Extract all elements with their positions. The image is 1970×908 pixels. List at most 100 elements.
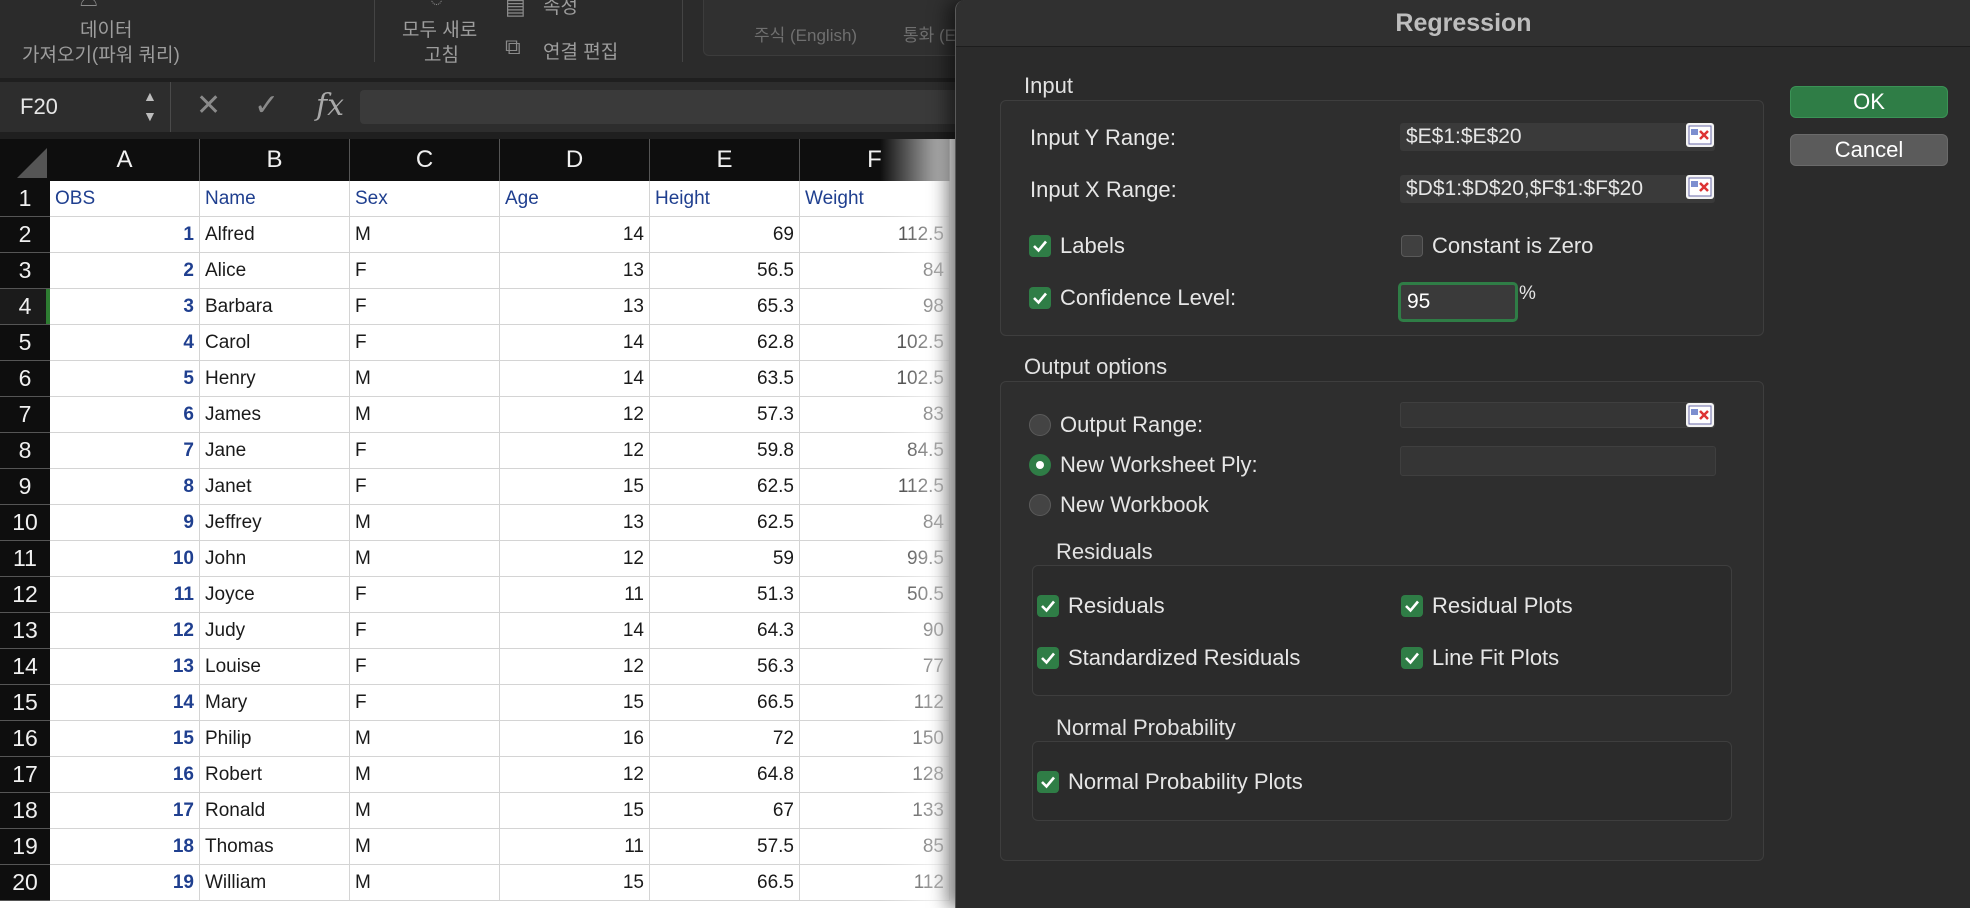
row-header-4[interactable]: 4 [0,289,50,325]
labels-checkbox[interactable] [1029,235,1051,257]
table-cell[interactable]: 13 [50,649,200,685]
table-cell[interactable]: F [350,325,500,361]
table-cell[interactable]: 66.5 [650,685,800,721]
table-cell[interactable]: M [350,361,500,397]
table-cell[interactable]: 6 [50,397,200,433]
table-cell[interactable]: 15 [500,469,650,505]
row-header-3[interactable]: 3 [0,253,50,289]
table-cell[interactable]: 12 [500,541,650,577]
row-header-11[interactable]: 11 [0,541,50,577]
column-header-f[interactable]: F [800,139,950,181]
table-cell[interactable]: 15 [500,865,650,901]
table-cell[interactable]: 11 [50,577,200,613]
table-cell[interactable]: F [350,253,500,289]
row-header-19[interactable]: 19 [0,829,50,865]
table-cell[interactable]: F [350,433,500,469]
row-header-20[interactable]: 20 [0,865,50,901]
row-header-2[interactable]: 2 [0,217,50,253]
header-cell[interactable]: Weight [800,181,950,217]
table-cell[interactable]: M [350,829,500,865]
residual-plots-checkbox[interactable] [1401,595,1423,617]
table-cell[interactable]: 17 [50,793,200,829]
spreadsheet-grid[interactable]: ABCDEF 1 2 3 4 5 6 7 8 9 10 11 12 13 14 15 16 17 18 19 20 O… [0,139,960,908]
table-cell[interactable]: M [350,505,500,541]
table-cell[interactable]: 66.5 [650,865,800,901]
header-cell[interactable]: Age [500,181,650,217]
row-header-9[interactable]: 9 [0,469,50,505]
table-cell[interactable]: Mary [200,685,350,721]
column-header-b[interactable]: B [200,139,350,181]
collapse-y-range-icon[interactable] [1686,123,1714,147]
table-cell[interactable]: 90 [800,613,950,649]
table-cell[interactable]: Joyce [200,577,350,613]
table-cell[interactable]: Alfred [200,217,350,253]
table-cell[interactable]: 69 [650,217,800,253]
table-cell[interactable]: William [200,865,350,901]
table-cell[interactable]: 16 [500,721,650,757]
table-cell[interactable]: 84 [800,253,950,289]
new-workbook-radio[interactable] [1029,494,1051,516]
table-cell[interactable]: F [350,649,500,685]
table-cell[interactable]: M [350,793,500,829]
table-cell[interactable]: 13 [500,253,650,289]
spin-up-icon[interactable]: ▲ [143,88,157,104]
input-x-range-field[interactable]: $D$1:$D$20,$F$1:$F$20 [1400,175,1715,203]
normal-probability-plots-checkbox[interactable] [1037,771,1059,793]
row-header-13[interactable]: 13 [0,613,50,649]
residuals-checkbox[interactable] [1037,595,1059,617]
table-cell[interactable]: 112 [800,685,950,721]
table-cell[interactable]: 12 [500,397,650,433]
table-cell[interactable]: 12 [50,613,200,649]
table-cell[interactable]: 85 [800,829,950,865]
table-cell[interactable]: Robert [200,757,350,793]
constant-zero-checkbox[interactable] [1401,235,1423,257]
header-cell[interactable]: OBS [50,181,200,217]
confidence-level-input[interactable]: 95 [1398,282,1518,322]
table-cell[interactable]: 12 [500,649,650,685]
table-cell[interactable]: 67 [650,793,800,829]
table-cell[interactable]: 72 [650,721,800,757]
table-cell[interactable]: Janet [200,469,350,505]
table-cell[interactable]: Thomas [200,829,350,865]
line-fit-plots-checkbox[interactable] [1401,647,1423,669]
table-cell[interactable]: 51.3 [650,577,800,613]
row-header-6[interactable]: 6 [0,361,50,397]
table-cell[interactable]: Jeffrey [200,505,350,541]
table-cell[interactable]: 14 [500,361,650,397]
table-cell[interactable]: F [350,289,500,325]
table-cell[interactable]: Henry [200,361,350,397]
table-cell[interactable]: Barbara [200,289,350,325]
get-data-label-2[interactable]: 가져오기(파워 쿼리) [22,40,180,67]
table-cell[interactable]: F [350,613,500,649]
table-cell[interactable]: M [350,217,500,253]
table-cell[interactable]: 11 [500,829,650,865]
table-cell[interactable]: 57.5 [650,829,800,865]
column-header-d[interactable]: D [500,139,650,181]
table-cell[interactable]: Louise [200,649,350,685]
refresh-all-label-1[interactable]: 모두 새로 [402,15,477,42]
table-cell[interactable]: 98 [800,289,950,325]
table-cell[interactable]: 14 [500,217,650,253]
table-cell[interactable]: 62.5 [650,505,800,541]
table-cell[interactable]: James [200,397,350,433]
table-cell[interactable]: Philip [200,721,350,757]
table-cell[interactable]: 13 [500,289,650,325]
table-cell[interactable]: 64.8 [650,757,800,793]
table-cell[interactable]: F [350,685,500,721]
table-cell[interactable]: 1 [50,217,200,253]
stocks-data-type[interactable]: 주식 (English) [754,21,857,46]
table-cell[interactable]: 112 [800,865,950,901]
column-header-c[interactable]: C [350,139,500,181]
table-cell[interactable]: 13 [500,505,650,541]
table-cell[interactable]: 112.5 [800,469,950,505]
header-cell[interactable]: Height [650,181,800,217]
row-header-10[interactable]: 10 [0,505,50,541]
new-worksheet-name-field[interactable] [1400,446,1716,476]
table-cell[interactable]: 14 [500,325,650,361]
column-header-e[interactable]: E [650,139,800,181]
ok-button[interactable]: OK [1790,86,1948,118]
table-cell[interactable]: 19 [50,865,200,901]
table-cell[interactable]: 57.3 [650,397,800,433]
table-cell[interactable]: 59 [650,541,800,577]
table-cell[interactable]: 12 [500,433,650,469]
